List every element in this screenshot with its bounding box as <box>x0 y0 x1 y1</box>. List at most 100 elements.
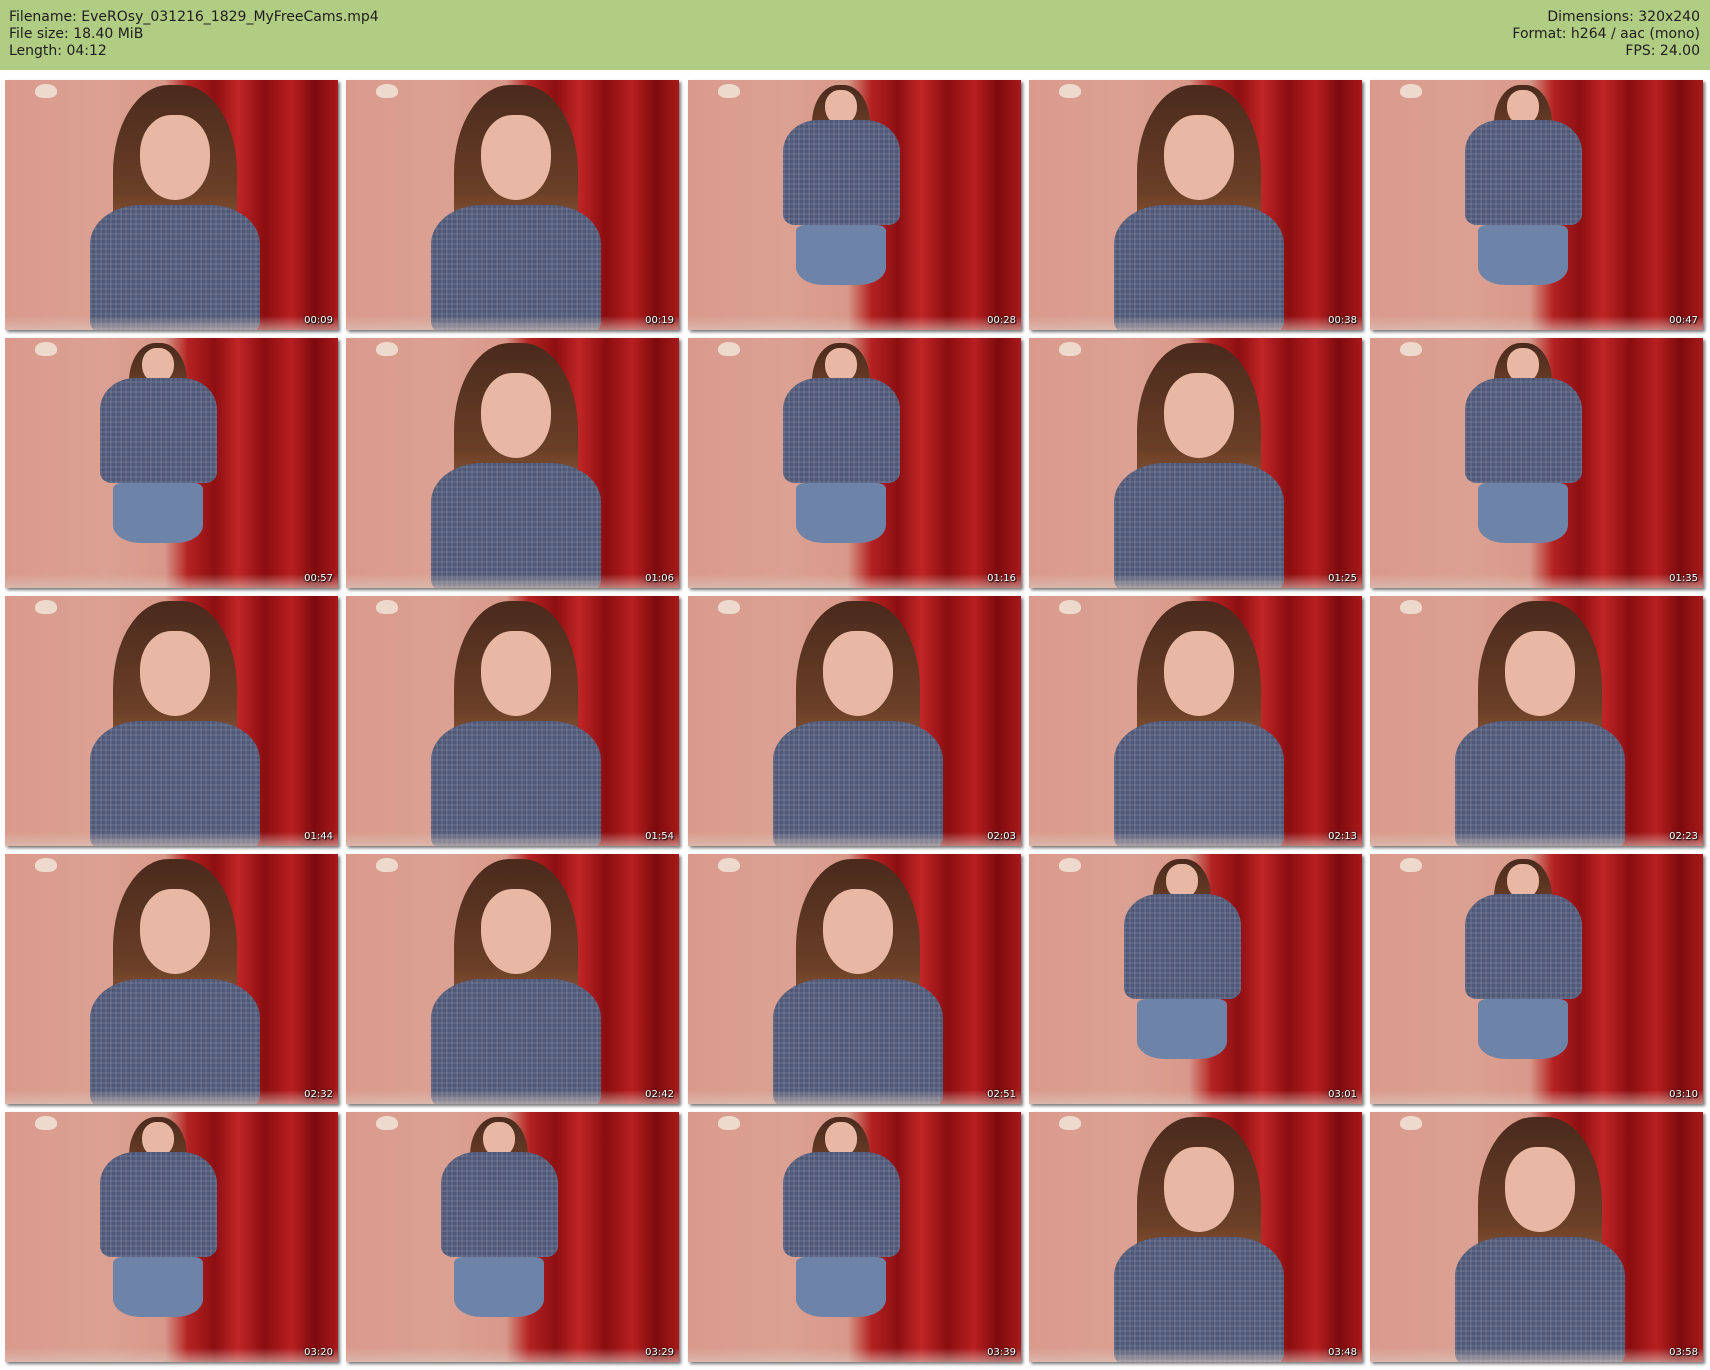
video-thumbnail: 01:54 <box>346 596 679 846</box>
wall-lamp <box>1400 342 1422 356</box>
wall-lamp <box>35 1116 57 1130</box>
wall-lamp <box>718 600 740 614</box>
thumbnail-timestamp: 00:19 <box>645 315 674 326</box>
wall-lamp <box>718 84 740 98</box>
video-thumbnail: 01:25 <box>1029 338 1362 588</box>
wall-lamp <box>1400 600 1422 614</box>
video-thumbnail: 03:10 <box>1370 854 1703 1104</box>
person-figure <box>78 854 271 1104</box>
thumbnail-timestamp: 00:38 <box>1328 315 1357 326</box>
person-figure <box>1457 338 1590 588</box>
person-figure <box>775 1112 908 1362</box>
thumbnail-timestamp: 01:16 <box>987 573 1016 584</box>
thumbnail-timestamp: 01:06 <box>645 573 674 584</box>
wall-lamp <box>376 84 398 98</box>
thumbnail-timestamp: 02:03 <box>987 831 1016 842</box>
person-figure <box>419 80 612 330</box>
video-thumbnail: 03:39 <box>688 1112 1021 1362</box>
video-thumbnail: 03:48 <box>1029 1112 1362 1362</box>
video-thumbnail: 00:57 <box>5 338 338 588</box>
person-figure <box>419 596 612 846</box>
wall-lamp <box>718 1116 740 1130</box>
file-size-text: File size: 18.40 MiB <box>9 26 144 42</box>
wall-lamp <box>1059 858 1081 872</box>
thumbnail-timestamp: 02:51 <box>987 1089 1016 1100</box>
video-thumbnail: 03:01 <box>1029 854 1362 1104</box>
thumbnail-timestamp: 03:01 <box>1328 1089 1357 1100</box>
video-thumbnail: 03:20 <box>5 1112 338 1362</box>
video-thumbnail: 00:38 <box>1029 80 1362 330</box>
person-figure <box>775 338 908 588</box>
thumbnail-timestamp: 01:54 <box>645 831 674 842</box>
person-figure <box>1102 80 1295 330</box>
person-figure <box>419 338 612 588</box>
person-figure <box>1443 596 1636 846</box>
thumbnail-timestamp: 03:10 <box>1669 1089 1698 1100</box>
video-thumbnail: 01:06 <box>346 338 679 588</box>
thumbnail-timestamp: 03:58 <box>1669 1347 1698 1358</box>
video-thumbnail: 02:23 <box>1370 596 1703 846</box>
video-thumbnail: 02:51 <box>688 854 1021 1104</box>
person-figure <box>92 1112 225 1362</box>
video-thumbnail: 02:42 <box>346 854 679 1104</box>
wall-lamp <box>718 342 740 356</box>
video-thumbnail: 00:19 <box>346 80 679 330</box>
person-figure <box>1443 1112 1636 1362</box>
thumbnail-timestamp: 01:35 <box>1669 573 1698 584</box>
wall-lamp <box>1400 1116 1422 1130</box>
wall-lamp <box>376 342 398 356</box>
wall-lamp <box>718 858 740 872</box>
wall-lamp <box>35 600 57 614</box>
wall-lamp <box>1059 600 1081 614</box>
video-thumbnail: 00:28 <box>688 80 1021 330</box>
wall-lamp <box>1059 342 1081 356</box>
fps-text: FPS: 24.00 <box>1625 43 1700 59</box>
wall-lamp <box>35 858 57 872</box>
video-thumbnail: 03:29 <box>346 1112 679 1362</box>
thumbnail-timestamp: 02:42 <box>645 1089 674 1100</box>
format-text: Format: h264 / aac (mono) <box>1512 26 1700 42</box>
wall-lamp <box>35 342 57 356</box>
length-text: Length: 04:12 <box>9 43 107 59</box>
person-figure <box>1116 854 1249 1104</box>
thumbnail-timestamp: 03:29 <box>645 1347 674 1358</box>
person-figure <box>78 80 271 330</box>
person-figure <box>1102 596 1295 846</box>
thumbnail-timestamp: 00:47 <box>1669 315 1698 326</box>
person-figure <box>419 854 612 1104</box>
video-thumbnail: 01:35 <box>1370 338 1703 588</box>
thumbnail-timestamp: 03:39 <box>987 1347 1016 1358</box>
media-info: Dimensions: 320x240 Format: h264 / aac (… <box>1512 9 1700 60</box>
thumbnail-timestamp: 01:44 <box>304 831 333 842</box>
wall-lamp <box>35 84 57 98</box>
dimensions-text: Dimensions: 320x240 <box>1547 9 1700 25</box>
thumbnail-timestamp: 02:23 <box>1669 831 1698 842</box>
video-thumbnail: 02:03 <box>688 596 1021 846</box>
thumbnail-grid: 00:09 00:19 00:28 00:38 00:47 00:57 01:06 01:16… <box>5 80 1705 1365</box>
file-info: Filename: EveROsy_031216_1829_MyFreeCams… <box>9 9 379 60</box>
person-figure <box>92 338 225 588</box>
wall-lamp <box>376 1116 398 1130</box>
video-thumbnail: 01:16 <box>688 338 1021 588</box>
filename-text: Filename: EveROsy_031216_1829_MyFreeCams… <box>9 9 379 25</box>
person-figure <box>1102 338 1295 588</box>
wall-lamp <box>1400 858 1422 872</box>
wall-lamp <box>376 858 398 872</box>
wall-lamp <box>1059 84 1081 98</box>
video-thumbnail: 02:13 <box>1029 596 1362 846</box>
person-figure <box>1102 1112 1295 1362</box>
person-figure <box>433 1112 566 1362</box>
wall-lamp <box>1059 1116 1081 1130</box>
thumbnail-timestamp: 03:48 <box>1328 1347 1357 1358</box>
video-thumbnail: 00:09 <box>5 80 338 330</box>
video-thumbnail: 01:44 <box>5 596 338 846</box>
thumbnail-timestamp: 00:28 <box>987 315 1016 326</box>
video-thumbnail: 02:32 <box>5 854 338 1104</box>
person-figure <box>761 596 954 846</box>
video-thumbnail: 03:58 <box>1370 1112 1703 1362</box>
info-header: Filename: EveROsy_031216_1829_MyFreeCams… <box>0 0 1710 70</box>
thumbnail-timestamp: 00:09 <box>304 315 333 326</box>
person-figure <box>1457 854 1590 1104</box>
person-figure <box>775 80 908 330</box>
wall-lamp <box>376 600 398 614</box>
